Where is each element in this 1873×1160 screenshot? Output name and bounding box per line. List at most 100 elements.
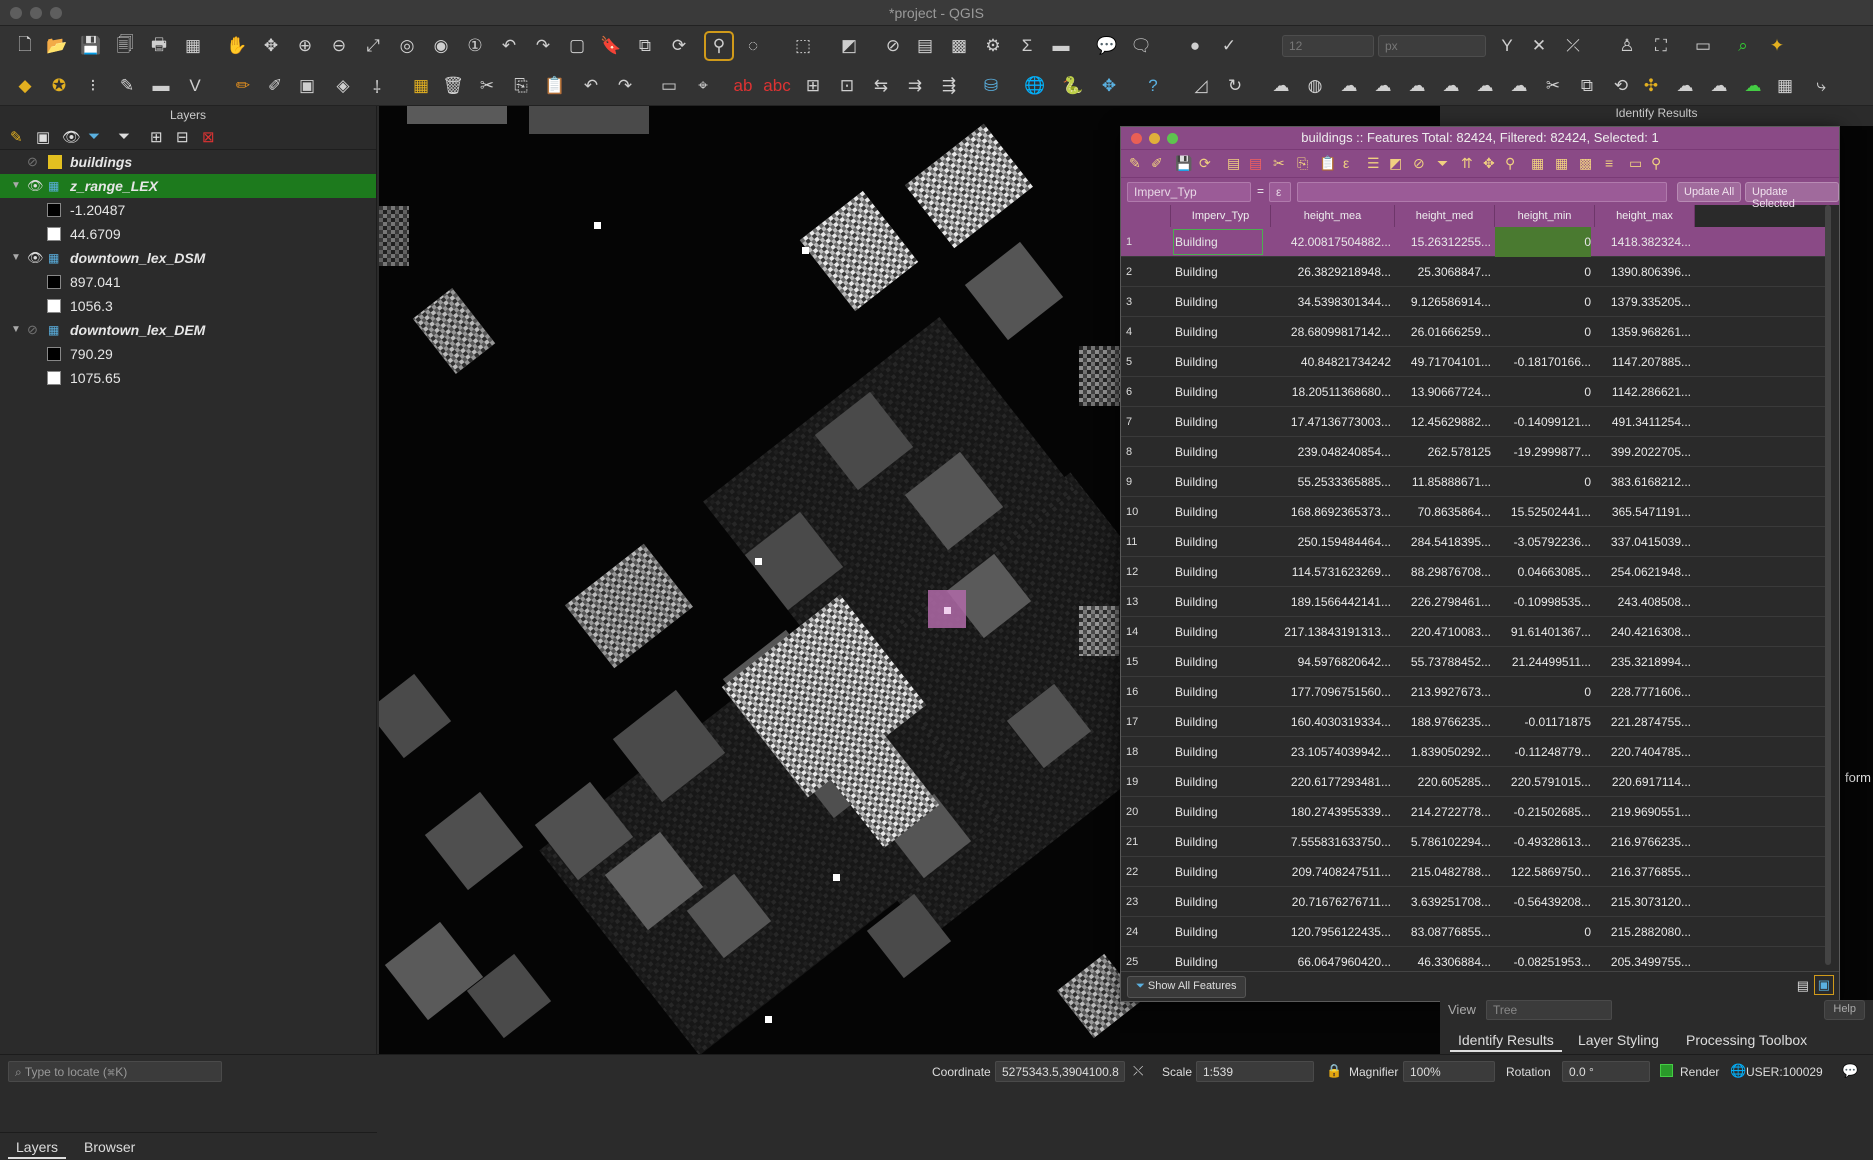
- rotate-point-icon[interactable]: ⟲: [1608, 73, 1634, 99]
- table-cell[interactable]: Building: [1171, 347, 1265, 377]
- delete-selected-icon[interactable]: 🗑: [440, 73, 466, 99]
- table-cell[interactable]: Building: [1171, 407, 1265, 437]
- table-cell[interactable]: 49.71704101...: [1395, 347, 1491, 377]
- table-cell[interactable]: Building: [1171, 587, 1265, 617]
- table-cell[interactable]: Building: [1171, 377, 1265, 407]
- plugin-icon[interactable]: ✦: [1764, 33, 1790, 59]
- table-cell[interactable]: 219.9690551...: [1595, 797, 1691, 827]
- table-cell[interactable]: 0: [1495, 257, 1591, 287]
- table-cell[interactable]: 217.13843191313...: [1271, 617, 1391, 647]
- row-number[interactable]: 1: [1121, 227, 1171, 257]
- table-cell[interactable]: 55.73788452...: [1395, 647, 1491, 677]
- add-part-icon[interactable]: ☁: [1336, 73, 1362, 99]
- table-cell[interactable]: Building: [1171, 527, 1265, 557]
- save-edits-icon[interactable]: 💾: [1175, 155, 1192, 172]
- expand-arrow-icon[interactable]: ▼: [11, 318, 21, 342]
- column-header-height-mea[interactable]: height_mea: [1271, 205, 1395, 227]
- add-feature-icon[interactable]: ◈: [330, 73, 356, 99]
- tab-layers[interactable]: Layers: [8, 1137, 67, 1159]
- add-layer-icon[interactable]: ✪: [46, 73, 72, 99]
- advanced-digitize-icon[interactable]: ◿: [1188, 73, 1214, 99]
- table-scrollbar[interactable]: [1825, 205, 1831, 965]
- table-cell[interactable]: 3.639251708...: [1395, 887, 1491, 917]
- row-number[interactable]: 3: [1121, 287, 1171, 317]
- table-cell[interactable]: 337.0415039...: [1595, 527, 1691, 557]
- table-row[interactable]: 21 Building 7.555831633750... 5.786102294..…: [1121, 827, 1831, 857]
- table-cell[interactable]: -0.11248779...: [1495, 737, 1591, 767]
- add-delimited-icon[interactable]: ⁝: [80, 73, 106, 99]
- table-cell[interactable]: -0.56439208...: [1495, 887, 1591, 917]
- table-cell[interactable]: 0: [1495, 377, 1591, 407]
- table-cell[interactable]: Building: [1171, 677, 1265, 707]
- row-number[interactable]: 19: [1121, 767, 1171, 797]
- new-bookmark-icon[interactable]: ▢: [564, 33, 590, 59]
- style-icon[interactable]: ✎: [10, 128, 23, 146]
- undo-icon[interactable]: ↶: [578, 73, 604, 99]
- table-cell[interactable]: 215.3073120...: [1595, 887, 1691, 917]
- table-cell[interactable]: 215.0482788...: [1395, 857, 1491, 887]
- edit-pencil-icon[interactable]: ✐: [262, 73, 288, 99]
- column-header-height-med[interactable]: height_med: [1395, 205, 1495, 227]
- table-cell[interactable]: -0.14099121...: [1495, 407, 1591, 437]
- split-features-icon[interactable]: ✂: [1540, 73, 1566, 99]
- scale-input[interactable]: 12: [1282, 35, 1374, 57]
- visibility-toggle-icon[interactable]: 👁: [27, 246, 44, 270]
- table-cell[interactable]: 1.839050292...: [1395, 737, 1491, 767]
- table-cell[interactable]: Building: [1171, 797, 1265, 827]
- remove-layer-icon[interactable]: ⊠: [202, 128, 215, 146]
- table-cell[interactable]: Building: [1171, 887, 1265, 917]
- table-cell[interactable]: 34.5398301344...: [1271, 287, 1391, 317]
- show-all-features-button[interactable]: ⏷ Show All Features: [1127, 976, 1246, 998]
- table-cell[interactable]: 17.47136773003...: [1271, 407, 1391, 437]
- layer-item[interactable]: ▼ 👁 ▦ z_range_LEX: [0, 174, 376, 198]
- expression-button[interactable]: ε: [1269, 182, 1291, 202]
- expand-arrow-icon[interactable]: ▼: [11, 174, 21, 198]
- field-calculator-icon[interactable]: ▩: [946, 33, 972, 59]
- annotation-2-icon[interactable]: ☁: [1672, 73, 1698, 99]
- row-number[interactable]: 25: [1121, 947, 1171, 973]
- table-cell[interactable]: 221.2874755...: [1595, 707, 1691, 737]
- label-change-icon[interactable]: ⇆: [868, 73, 894, 99]
- table-row[interactable]: 24 Building 120.7956122435... 83.08776855..…: [1121, 917, 1831, 947]
- filter-select-icon[interactable]: ⏷: [1437, 155, 1448, 172]
- copy-icon[interactable]: ⎘: [508, 73, 534, 99]
- row-number[interactable]: 21: [1121, 827, 1171, 857]
- table-cell[interactable]: 189.1566442141...: [1271, 587, 1391, 617]
- table-cell[interactable]: 13.90667724...: [1395, 377, 1491, 407]
- table-cell[interactable]: 11.85888671...: [1395, 467, 1491, 497]
- filter-icon[interactable]: ⏷: [88, 128, 100, 145]
- digitize-icon[interactable]: ●: [1182, 33, 1208, 59]
- add-raster-icon[interactable]: ▬: [148, 73, 174, 99]
- vertex-tool-icon[interactable]: ✓: [1216, 33, 1242, 59]
- capture-icon[interactable]: ⛶: [1648, 33, 1674, 59]
- expand-arrow-icon[interactable]: ▼: [11, 246, 21, 270]
- table-cell[interactable]: 88.29876708...: [1395, 557, 1491, 587]
- update-selected-button[interactable]: Update Selected: [1745, 182, 1839, 210]
- table-row[interactable]: 3 Building 34.5398301344... 9.126586914... 0…: [1121, 287, 1831, 317]
- table-cell[interactable]: Building: [1171, 707, 1265, 737]
- row-number[interactable]: 12: [1121, 557, 1171, 587]
- table-cell[interactable]: 239.048240854...: [1271, 437, 1391, 467]
- table-cell[interactable]: 70.8635864...: [1395, 497, 1491, 527]
- row-number[interactable]: 24: [1121, 917, 1171, 947]
- delete-part-icon[interactable]: ☁: [1438, 73, 1464, 99]
- add-ring-icon[interactable]: ◍: [1302, 73, 1328, 99]
- new-project-icon[interactable]: 🗋: [12, 33, 38, 59]
- table-cell[interactable]: -0.01171875: [1495, 707, 1591, 737]
- table-cell[interactable]: 46.3306884...: [1395, 947, 1491, 973]
- table-cell[interactable]: 42.00817504882...: [1271, 227, 1391, 257]
- text-annotation-icon[interactable]: 🗨: [1128, 33, 1154, 59]
- dialog-minimize-button[interactable]: [1149, 133, 1160, 144]
- table-cell[interactable]: Building: [1171, 857, 1265, 887]
- table-row[interactable]: 17 Building 160.4030319334... 188.9766235..…: [1121, 707, 1831, 737]
- cut-icon[interactable]: ✂: [474, 73, 500, 99]
- table-cell[interactable]: 1147.207885...: [1595, 347, 1691, 377]
- row-number[interactable]: 6: [1121, 377, 1171, 407]
- table-cell[interactable]: Building: [1171, 647, 1265, 677]
- column-header-height-max[interactable]: height_max: [1595, 205, 1695, 227]
- row-number[interactable]: 4: [1121, 317, 1171, 347]
- zoom-layer-icon[interactable]: ◉: [428, 33, 454, 59]
- messages-icon[interactable]: 💬: [1842, 1063, 1858, 1079]
- table-cell[interactable]: -0.18170166...: [1495, 347, 1591, 377]
- identify-features-icon[interactable]: ⚲: [704, 31, 734, 61]
